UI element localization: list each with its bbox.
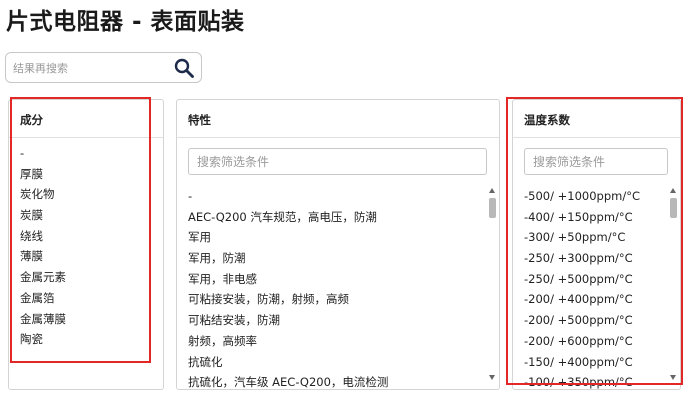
list-item[interactable]: - <box>188 186 388 207</box>
list-item[interactable]: 绕线 <box>20 226 66 247</box>
composition-list: - 厚膜 炭化物 炭膜 绕线 薄膜 金属元素 金属箔 金属薄膜 陶瓷 <box>20 143 66 350</box>
list-item[interactable]: -500/ +1000ppm/°C <box>524 186 640 207</box>
list-item[interactable]: 军用，非电感 <box>188 269 388 290</box>
temp-coefficient-list-viewport: -500/ +1000ppm/°C -400/ +150ppm/°C -300/… <box>513 186 669 389</box>
temp-coefficient-filter-input[interactable] <box>524 148 668 175</box>
list-item[interactable]: 抗硫化，汽车级 AEC-Q200，电流检测 <box>188 372 388 389</box>
temp-coefficient-title: 温度系数 <box>524 113 570 127</box>
list-item[interactable]: AEC-Q200 汽车规范，高电压，防潮 <box>188 207 388 228</box>
scroll-up-icon[interactable] <box>489 188 495 193</box>
list-item[interactable]: 金属元素 <box>20 267 66 288</box>
composition-header: 成分 <box>9 100 163 138</box>
list-item[interactable]: -200/ +500ppm/°C <box>524 310 640 331</box>
temp-coefficient-scrollbar[interactable] <box>669 188 678 380</box>
result-search-input[interactable] <box>13 58 163 78</box>
list-item[interactable]: -400/ +150ppm/°C <box>524 207 640 228</box>
composition-title: 成分 <box>20 113 43 127</box>
list-item[interactable]: 可粘接安装，防潮，射频，高频 <box>188 289 388 310</box>
features-header: 特性 <box>177 100 499 138</box>
composition-panel: 成分 - 厚膜 炭化物 炭膜 绕线 薄膜 金属元素 金属箔 金属薄膜 陶瓷 <box>8 99 164 390</box>
scroll-up-icon[interactable] <box>670 188 676 193</box>
list-item[interactable]: -200/ +400ppm/°C <box>524 289 640 310</box>
features-scrollbar[interactable] <box>488 188 497 380</box>
list-item[interactable]: -250/ +500ppm/°C <box>524 269 640 290</box>
features-list: - AEC-Q200 汽车规范，高电压，防潮 军用 军用，防潮 军用，非电感 可… <box>188 186 388 389</box>
list-item[interactable]: -250/ +300ppm/°C <box>524 248 640 269</box>
scroll-down-icon[interactable] <box>489 375 495 380</box>
list-item[interactable]: 薄膜 <box>20 246 66 267</box>
list-item[interactable]: 抗硫化 <box>188 352 388 373</box>
list-item[interactable]: 金属箔 <box>20 288 66 309</box>
list-item[interactable]: -150/ +400ppm/°C <box>524 352 640 373</box>
list-item[interactable]: 可粘结安装，防潮 <box>188 310 388 331</box>
list-item[interactable]: 炭膜 <box>20 205 66 226</box>
features-list-viewport: - AEC-Q200 汽车规范，高电压，防潮 军用 军用，防潮 军用，非电感 可… <box>177 186 487 389</box>
list-item[interactable]: 厚膜 <box>20 164 66 185</box>
list-item[interactable]: -100/ +350ppm/°C <box>524 372 640 389</box>
list-item[interactable]: 军用，防潮 <box>188 248 388 269</box>
list-item[interactable]: -300/ +50ppm/°C <box>524 227 640 248</box>
scroll-thumb[interactable] <box>670 198 677 218</box>
temp-coefficient-panel: 温度系数 -500/ +1000ppm/°C -400/ +150ppm/°C … <box>512 99 681 390</box>
list-item[interactable]: 射频，高频率 <box>188 331 388 352</box>
features-filter-input[interactable] <box>188 148 487 175</box>
scroll-thumb[interactable] <box>489 198 496 218</box>
result-search-box <box>5 52 202 83</box>
list-item[interactable]: -200/ +600ppm/°C <box>524 331 640 352</box>
temp-coefficient-header: 温度系数 <box>513 100 680 138</box>
list-item[interactable]: - <box>20 143 66 164</box>
scroll-down-icon[interactable] <box>670 375 676 380</box>
search-icon[interactable] <box>173 57 195 79</box>
features-title: 特性 <box>188 113 211 127</box>
temp-coefficient-list: -500/ +1000ppm/°C -400/ +150ppm/°C -300/… <box>524 186 640 389</box>
list-item[interactable]: 军用 <box>188 227 388 248</box>
features-panel: 特性 - AEC-Q200 汽车规范，高电压，防潮 军用 军用，防潮 军用，非电… <box>176 99 500 390</box>
list-item[interactable]: 炭化物 <box>20 184 66 205</box>
list-item[interactable]: 陶瓷 <box>20 329 66 350</box>
list-item[interactable]: 金属薄膜 <box>20 309 66 330</box>
page-title: 片式电阻器 - 表面贴装 <box>6 9 245 35</box>
